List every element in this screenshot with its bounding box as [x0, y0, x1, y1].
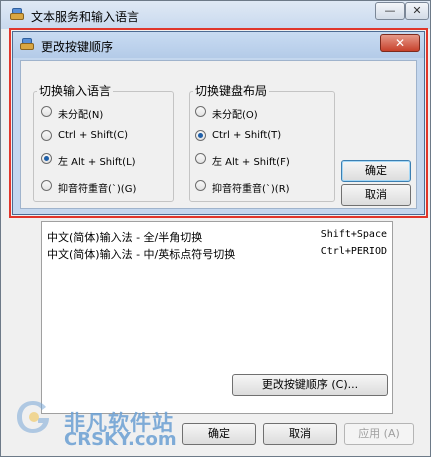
- dialog-cancel-button[interactable]: 取消: [341, 184, 411, 206]
- radio-input-ctrl-shift[interactable]: [41, 130, 52, 141]
- radio-layout-ctrl-shift[interactable]: [195, 130, 206, 141]
- radio-label: 左 Alt + Shift(L): [58, 157, 136, 168]
- list-item-label: 中文(简体)输入法 - 全/半角切换: [47, 231, 203, 244]
- apply-button[interactable]: 应用 (A): [344, 423, 414, 445]
- radio-label: 未分配(N): [58, 110, 104, 121]
- keyboard-icon: [19, 37, 35, 51]
- radio-input-unassigned[interactable]: [41, 106, 52, 117]
- radio-label: 抑音符重音(`)(R): [212, 184, 290, 195]
- minimize-button[interactable]: —: [375, 2, 405, 20]
- outer-titlebar: 文本服务和输入语言 — ✕: [1, 1, 430, 29]
- outer-close-button[interactable]: ✕: [405, 2, 429, 20]
- radio-label: Ctrl + Shift(C): [58, 130, 129, 141]
- change-key-sequence-dialog: 更改按键顺序 ✕ 切换输入语言 未分配(N) Ctrl + Shift(C) 左…: [9, 28, 428, 218]
- keyboard-icon: [9, 7, 25, 21]
- dialog-title: 更改按键顺序: [41, 40, 114, 54]
- radio-input-left-alt-shift[interactable]: [41, 153, 52, 164]
- radio-label: 左 Alt + Shift(F): [212, 157, 290, 168]
- radio-label: 抑音符重音(`)(G): [58, 184, 137, 195]
- radio-input-grave-accent[interactable]: [41, 180, 52, 191]
- radio-layout-left-alt-shift[interactable]: [195, 153, 206, 164]
- radio-label: Ctrl + Shift(T): [212, 130, 282, 141]
- dialog-body: 切换输入语言 未分配(N) Ctrl + Shift(C) 左 Alt + Sh…: [20, 60, 417, 209]
- outer-window-title: 文本服务和输入语言: [31, 10, 140, 24]
- outer-ok-button[interactable]: 确定: [182, 423, 256, 445]
- list-item[interactable]: 中文(简体)输入法 - 全/半角切换 Shift+Space: [47, 229, 387, 247]
- watermark-line2: CRSKY.com: [64, 429, 177, 450]
- list-item[interactable]: 中文(简体)输入法 - 中/英标点符号切换 Ctrl+PERIOD: [47, 246, 387, 264]
- radio-layout-unassigned[interactable]: [195, 106, 206, 117]
- close-icon[interactable]: ✕: [380, 34, 420, 52]
- radio-label: 未分配(O): [212, 110, 258, 121]
- outer-cancel-button[interactable]: 取消: [263, 423, 337, 445]
- dialog-titlebar: 更改按键顺序 ✕: [13, 32, 424, 58]
- crsky-logo-icon: [17, 401, 49, 433]
- input-language-legend: 切换输入语言: [37, 82, 114, 99]
- dialog-ok-button[interactable]: 确定: [341, 160, 411, 182]
- keyboard-layout-legend: 切换键盘布局: [193, 82, 270, 99]
- list-item-hotkey: Ctrl+PERIOD: [320, 246, 387, 257]
- dialog-frame: 更改按键顺序 ✕ 切换输入语言 未分配(N) Ctrl + Shift(C) 左…: [12, 31, 425, 215]
- radio-layout-grave-accent[interactable]: [195, 180, 206, 191]
- change-key-sequence-button[interactable]: 更改按键顺序 (C)...: [232, 374, 388, 396]
- list-item-hotkey: Shift+Space: [320, 229, 387, 240]
- list-item-label: 中文(简体)输入法 - 中/英标点符号切换: [47, 248, 236, 261]
